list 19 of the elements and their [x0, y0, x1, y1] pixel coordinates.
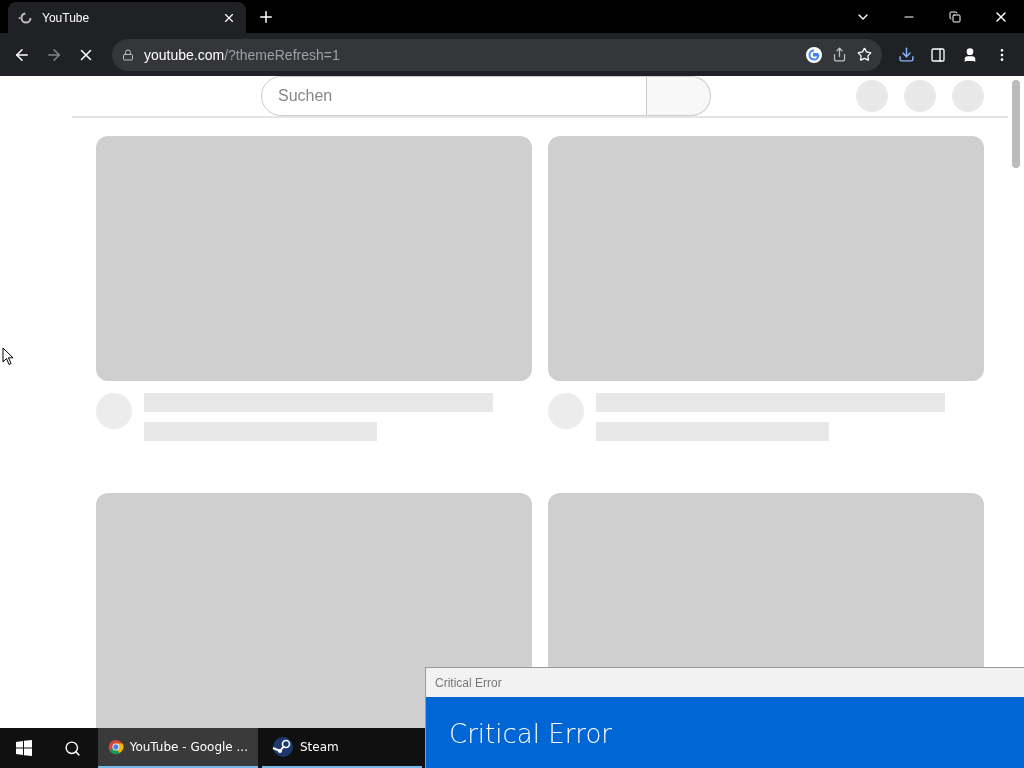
search-icon[interactable] [63, 739, 81, 757]
address-bar[interactable]: youtube.com/?themeRefresh=1 [112, 38, 882, 71]
search-field[interactable]: Suchen [261, 76, 647, 116]
star-icon[interactable] [857, 47, 872, 62]
share-icon[interactable] [832, 47, 847, 62]
windows-icon[interactable] [16, 740, 32, 756]
dialog-heading: Critical Error [449, 719, 613, 749]
restore-icon[interactable] [949, 10, 961, 23]
google-icon[interactable] [806, 46, 822, 63]
loading-spinner-icon [18, 10, 32, 25]
cursor-icon [2, 347, 14, 366]
steam-icon [272, 736, 294, 758]
taskbar-app[interactable]: Steam [262, 728, 422, 768]
tab-title: YouTube [42, 10, 91, 25]
lock-icon [122, 48, 134, 61]
browser-tab[interactable]: YouTube [8, 2, 246, 33]
scrollbar-thumb[interactable] [1012, 80, 1020, 168]
taskbar-app[interactable]: YouTube - Google ... [98, 728, 258, 768]
dialog-title: Critical Error [435, 675, 502, 690]
